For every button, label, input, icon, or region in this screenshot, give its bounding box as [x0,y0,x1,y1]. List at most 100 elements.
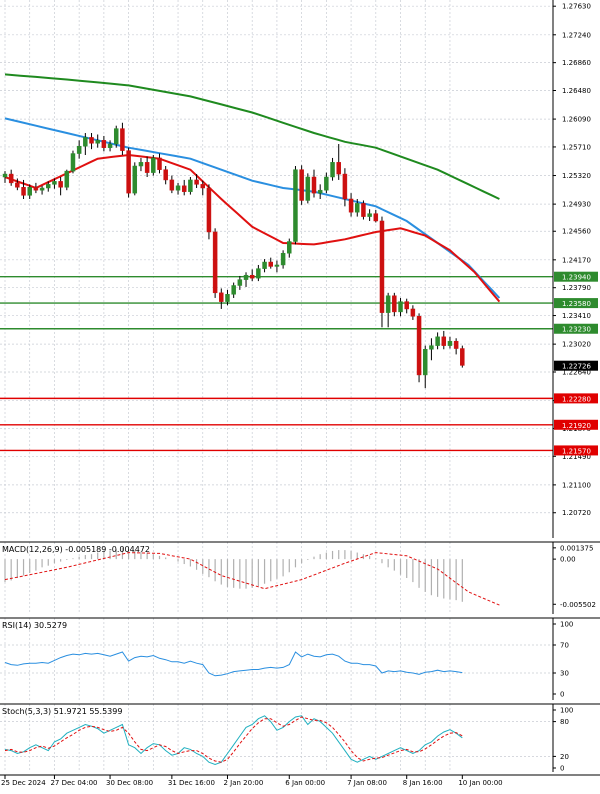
candle-body [392,295,397,313]
candle-body [311,176,317,194]
candle-body [15,182,20,188]
y-tick-label: 1.24560 [562,228,591,236]
candle-body [89,137,94,144]
candle-body [398,301,403,313]
candle-body [262,261,267,269]
candle-body [231,285,236,295]
candle-body [243,274,249,280]
candle-body [225,294,230,302]
candle-body [46,184,51,189]
candle-body [422,349,428,376]
level-tag-label: 1.23940 [562,274,591,282]
macd-title: MACD(12,26,9) -0.005189 -0.004472 [2,545,150,554]
candle-body [83,137,88,147]
candle-body [460,348,465,366]
rsi-tick-label: 100 [560,621,573,629]
candle-body [144,162,150,173]
candle-body [151,157,156,173]
candle-body [175,185,181,191]
macd-panel [4,547,500,606]
y-tick-label: 1.24930 [562,201,591,209]
candle-body [33,187,39,191]
stoch-panel [4,715,463,766]
candle-body [453,340,459,349]
y-tick-label: 1.27630 [562,3,591,11]
candle-body [132,165,138,194]
candle-body [324,176,329,191]
candle-body [280,252,286,266]
stoch-tick-label: 80 [560,718,569,726]
stoch-tick-label: 20 [560,753,569,761]
x-tick-label: 30 Dec 08:00 [106,779,153,787]
x-tick-label: 10 Jan 00:00 [458,779,502,787]
level-tag-label: 1.21570 [562,447,591,455]
level-tag-label: 1.22280 [562,395,591,403]
stoch-d-line [4,716,463,763]
candle-body [447,340,453,346]
rsi-line [4,651,463,677]
macd-tick-label: -0.005502 [560,601,596,609]
candle-body [212,231,218,294]
candle-body [361,203,366,217]
y-tick-label: 1.26090 [562,116,591,124]
candle-body [70,153,76,172]
y-tick-label: 1.23410 [562,312,591,320]
price-panel [0,73,553,452]
candle-body [416,316,422,376]
stoch-title: Stoch(5,3,3) 51.9721 55.5399 [2,707,123,716]
candle-body [52,181,57,185]
candle-body [188,179,193,192]
level-tag-label: 1.23230 [562,326,591,334]
candle-body [293,169,298,242]
rsi-tick-label: 0 [560,691,564,699]
candle-body [200,184,206,189]
rsi-title: RSI(14) 30.5279 [2,621,68,630]
macd-tick-label: 0.001375 [560,544,593,552]
candle-body [2,173,8,178]
y-tick-label: 1.24170 [562,256,591,264]
y-tick-label: 1.25320 [562,172,591,180]
candle-body [101,140,107,148]
y-tick-label: 1.26860 [562,59,591,67]
grid [0,0,553,772]
x-tick-label: 27 Dec 04:00 [50,779,97,787]
candle-body [157,157,162,170]
candle-body [336,162,341,175]
rsi-panel [4,651,463,677]
y-tick-label: 1.25710 [562,143,591,151]
x-tick-label: 8 Jan 16:00 [403,779,443,787]
candle-body [21,187,26,196]
candle-body [256,268,261,279]
y-tick-label: 1.20720 [562,509,591,517]
candle-body [287,241,292,254]
candle-body [429,345,434,350]
candle-body [64,170,70,188]
candle-body [8,173,14,184]
candle-body [355,203,360,213]
candle-body [113,128,119,145]
y-tick-label: 1.23020 [562,341,591,349]
candle-body [305,176,311,201]
candle-body [317,189,323,194]
level-tag-label: 1.23580 [562,300,591,308]
stoch-tick-label: 100 [560,707,573,715]
candle-body [163,169,168,181]
y-tick-label: 1.21100 [562,481,591,489]
x-tick-label: 25 Dec 2024 [1,779,46,787]
axes: 1.27630 1.27240 1.26860 1.26480 1.26090 1.257… [0,0,600,787]
stoch-tick-label: 0 [560,765,564,773]
chart-canvas[interactable]: 1.27630 1.27240 1.26860 1.26480 1.26090 1.257… [0,0,600,790]
y-tick-label: 1.23790 [562,284,591,292]
candle-body [299,169,304,201]
candle-body [274,264,280,267]
rsi-tick-label: 70 [560,642,569,650]
candle-body [39,187,45,191]
candle-body [138,162,144,167]
candle-body [268,261,273,267]
x-tick-label: 31 Dec 16:00 [168,779,215,787]
current-price-label: 1.22726 [562,363,591,371]
macd-tick-label: 0.00 [560,556,576,564]
candle-body [342,173,348,200]
x-tick-label: 7 Jan 08:00 [347,779,387,787]
candle-body [76,145,82,154]
